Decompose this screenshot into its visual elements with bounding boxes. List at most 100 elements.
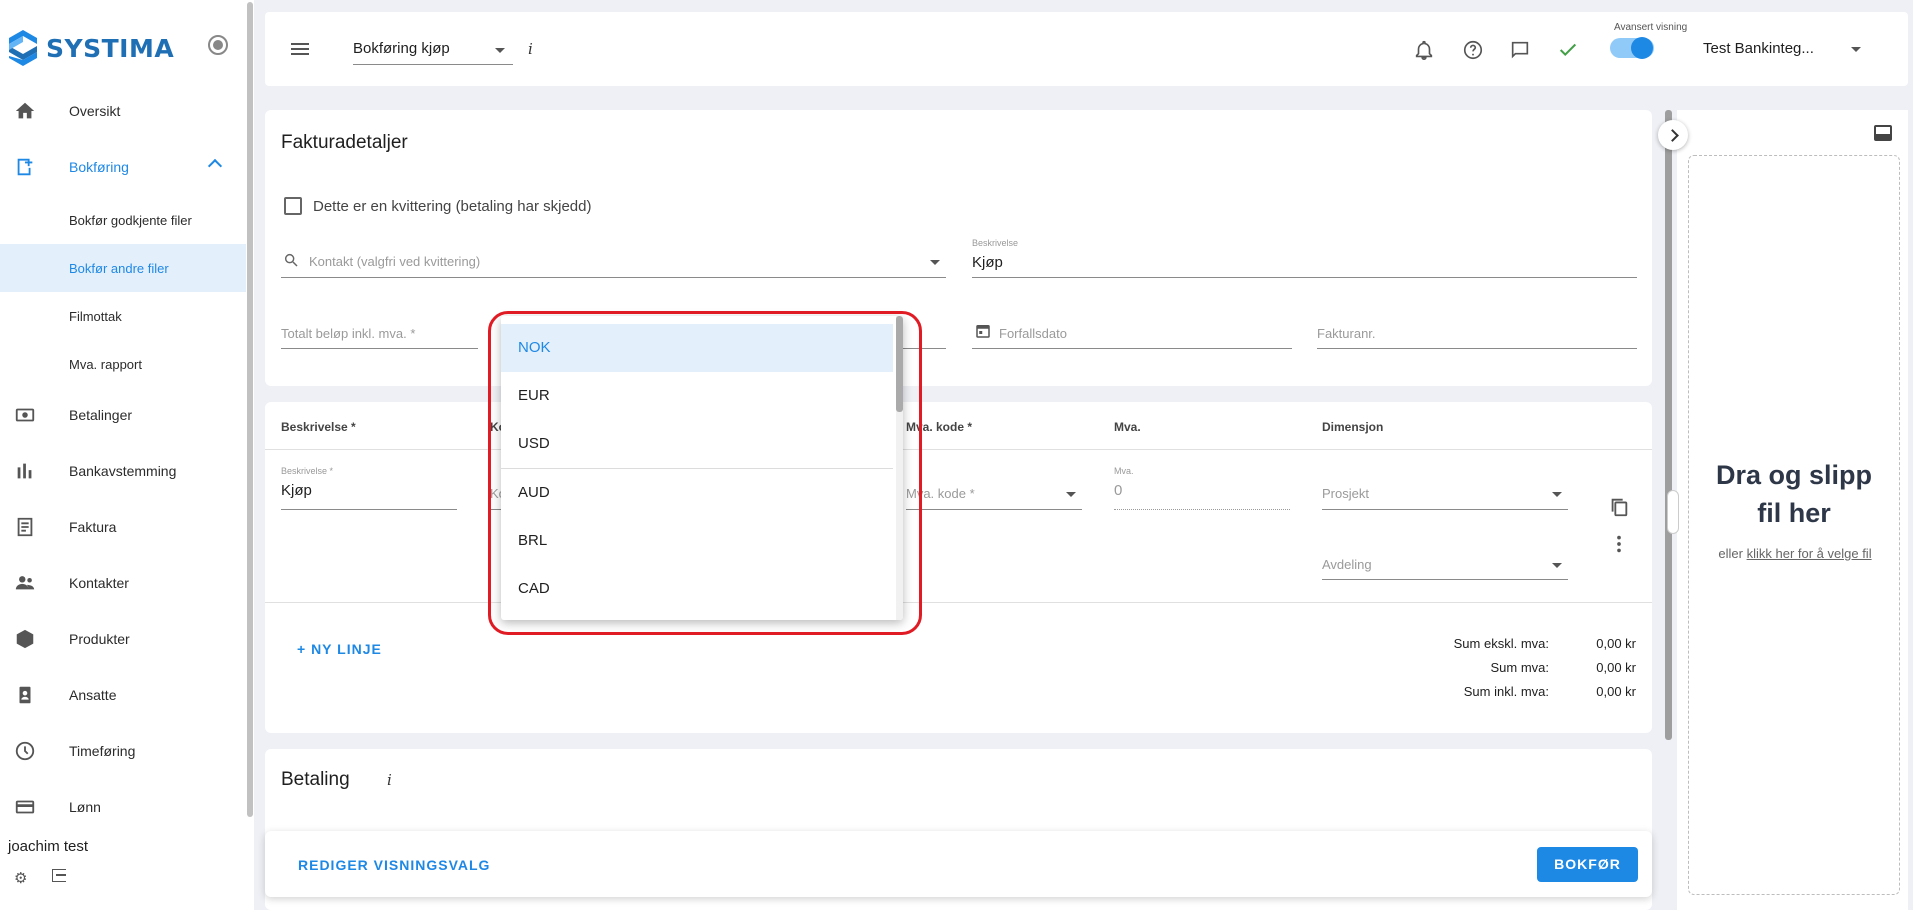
sidebar-item-oversikt[interactable]: Oversikt bbox=[0, 87, 246, 135]
search-icon bbox=[284, 253, 298, 267]
copy-icon[interactable] bbox=[1608, 496, 1630, 518]
sum-vat-label: Sum mva: bbox=[1490, 660, 1549, 675]
receipt-checkbox-label: Dette er en kvittering (betaling har skj… bbox=[313, 198, 592, 215]
highlight-annotation bbox=[488, 311, 922, 635]
file-drop-zone[interactable]: Dra og slipp fil her eller klikk her for… bbox=[1688, 155, 1900, 895]
settings-gear-icon[interactable]: ⚙ bbox=[14, 869, 27, 887]
description-value: Kjøp bbox=[972, 254, 1003, 271]
caret-down-icon bbox=[1552, 492, 1562, 497]
sidebar-item-faktura[interactable]: Faktura bbox=[0, 503, 246, 551]
description-field[interactable]: Beskrivelse Kjøp bbox=[972, 238, 1637, 278]
choose-file-link[interactable]: klikk her for å velge fil bbox=[1747, 546, 1872, 561]
sidebar-subitem-mva-rapport[interactable]: Mva. rapport bbox=[0, 340, 246, 388]
payroll-icon bbox=[15, 800, 35, 814]
line-vat-field: Mva. 0 bbox=[1114, 466, 1290, 510]
caret-down-icon bbox=[1066, 492, 1076, 497]
advanced-view-label: Avansert visning bbox=[1614, 22, 1688, 33]
line-department-placeholder: Avdeling bbox=[1322, 557, 1372, 572]
total-amount-field[interactable]: Totalt beløp inkl. mva. * bbox=[281, 320, 478, 349]
sidebar-scrollbar-thumb[interactable] bbox=[247, 2, 253, 817]
line-vat-value: 0 bbox=[1114, 482, 1123, 499]
sidebar-item-produkter[interactable]: Produkter bbox=[0, 615, 246, 663]
chevron-up-icon[interactable] bbox=[207, 158, 223, 174]
sidebar: SYSTIMA Oversikt Bokføring Bokfør godkje… bbox=[0, 0, 246, 910]
line-project-placeholder: Prosjekt bbox=[1322, 486, 1369, 501]
systima-logo-icon bbox=[9, 30, 37, 66]
submit-bokfor-button[interactable]: BOKFØR bbox=[1537, 847, 1638, 882]
chat-icon[interactable] bbox=[1509, 39, 1531, 61]
notifications-bell-icon[interactable] bbox=[1413, 39, 1435, 61]
bookkeeping-icon bbox=[17, 158, 33, 176]
drop-zone-title-line1: Dra og slipp bbox=[1715, 460, 1872, 490]
sidebar-subitem-label: Bokfør godkjente filer bbox=[69, 212, 192, 228]
edit-view-options-button[interactable]: REDIGER VISNINGSVALG bbox=[298, 857, 490, 873]
mode-select-value: Bokføring kjøp bbox=[353, 40, 450, 57]
sidebar-item-label: Timeføring bbox=[69, 743, 136, 759]
sidebar-item-label: Betalinger bbox=[69, 407, 133, 423]
logout-icon[interactable] bbox=[52, 869, 66, 882]
sidebar-item-label: Ansatte bbox=[69, 687, 117, 703]
products-icon bbox=[16, 629, 34, 649]
sidebar-subitem-label: Mva. rapport bbox=[69, 356, 142, 372]
brand-logo[interactable]: SYSTIMA bbox=[6, 28, 174, 68]
sidebar-item-label: Oversikt bbox=[69, 103, 121, 119]
description-label: Beskrivelse bbox=[972, 238, 1019, 248]
calendar-icon[interactable] bbox=[974, 322, 992, 340]
drop-zone-title: Dra og slipp fil her bbox=[1689, 456, 1899, 532]
mode-select[interactable]: Bokføring kjøp bbox=[353, 37, 513, 65]
caret-down-icon bbox=[930, 260, 940, 265]
invoice-details-card: Fakturadetaljer Dette er en kvittering (… bbox=[265, 110, 1652, 386]
sidebar-item-bokforing[interactable]: Bokføring bbox=[0, 143, 246, 191]
sidebar-item-kontakter[interactable]: Kontakter bbox=[0, 559, 246, 607]
invoice-number-field[interactable]: Fakturanr. bbox=[1317, 320, 1637, 349]
menu-icon[interactable] bbox=[291, 43, 309, 55]
receipt-checkbox[interactable] bbox=[284, 197, 302, 215]
company-caret-down-icon[interactable] bbox=[1851, 47, 1861, 52]
invoice-icon bbox=[17, 517, 33, 537]
drop-zone-title-line2: fil her bbox=[1757, 498, 1831, 528]
invoice-number-placeholder: Fakturanr. bbox=[1317, 326, 1376, 341]
col-header-dimension: Dimensjon bbox=[1322, 420, 1384, 434]
home-icon bbox=[15, 102, 35, 119]
sidebar-item-ansatte[interactable]: Ansatte bbox=[0, 671, 246, 719]
contact-placeholder: Kontakt (valgfri ved kvittering) bbox=[309, 254, 481, 269]
sum-excl-vat-label: Sum ekskl. mva: bbox=[1453, 636, 1549, 651]
sum-excl-vat-value: 0,00 kr bbox=[1596, 636, 1636, 651]
theme-toggle-icon[interactable] bbox=[208, 35, 228, 55]
help-icon[interactable] bbox=[1462, 39, 1484, 61]
sum-incl-vat-value: 0,00 kr bbox=[1596, 684, 1636, 699]
divider bbox=[265, 602, 1652, 603]
divider bbox=[265, 449, 1652, 450]
sidebar-scrollbar[interactable] bbox=[246, 0, 254, 910]
sidebar-subitem-filmottak[interactable]: Filmottak bbox=[0, 292, 246, 340]
sidebar-item-lonn[interactable]: Lønn bbox=[0, 783, 246, 831]
more-vertical-icon[interactable] bbox=[1608, 533, 1630, 555]
due-date-field[interactable]: Forfallsdato bbox=[972, 320, 1292, 349]
sidebar-item-bankavstemming[interactable]: Bankavstemming bbox=[0, 447, 246, 495]
sidebar-item-timeforing[interactable]: Timeføring bbox=[0, 727, 246, 775]
line-vat-label: Mva. bbox=[1114, 466, 1134, 476]
info-icon[interactable]: i bbox=[528, 40, 533, 58]
user-name: joachim test bbox=[8, 838, 89, 855]
main-scrollbar[interactable] bbox=[1665, 110, 1672, 740]
drop-zone-subtitle-prefix: eller bbox=[1718, 546, 1747, 561]
panel-resize-handle[interactable] bbox=[1667, 490, 1679, 534]
caret-down-icon bbox=[495, 48, 505, 53]
check-icon[interactable] bbox=[1557, 39, 1579, 61]
total-amount-placeholder: Totalt beløp inkl. mva. * bbox=[281, 326, 416, 341]
sidebar-item-betalinger[interactable]: Betalinger bbox=[0, 391, 246, 439]
line-project-field[interactable]: Prosjekt bbox=[1322, 470, 1568, 510]
collapse-panel-icon[interactable] bbox=[1658, 120, 1688, 150]
company-select-value[interactable]: Test Bankinteg... bbox=[1703, 40, 1814, 57]
line-department-field[interactable]: Avdeling bbox=[1322, 545, 1568, 580]
line-vat-code-field[interactable]: Mva. kode * bbox=[906, 470, 1082, 510]
sidebar-subitem-bokfor-godkjente[interactable]: Bokfør godkjente filer bbox=[0, 196, 246, 244]
advanced-view-toggle[interactable] bbox=[1610, 37, 1654, 59]
contact-field[interactable]: Kontakt (valgfri ved kvittering) bbox=[281, 248, 946, 278]
sidebar-subitem-bokfor-andre[interactable]: Bokfør andre filer bbox=[0, 244, 246, 292]
new-line-button[interactable]: + NY LINJE bbox=[297, 641, 382, 657]
sidebar-item-label: Bankavstemming bbox=[69, 463, 177, 479]
line-description-field[interactable]: Beskrivelse * Kjøp bbox=[281, 466, 457, 510]
payment-info-icon[interactable]: i bbox=[387, 771, 392, 789]
panel-layout-icon[interactable] bbox=[1874, 125, 1892, 141]
